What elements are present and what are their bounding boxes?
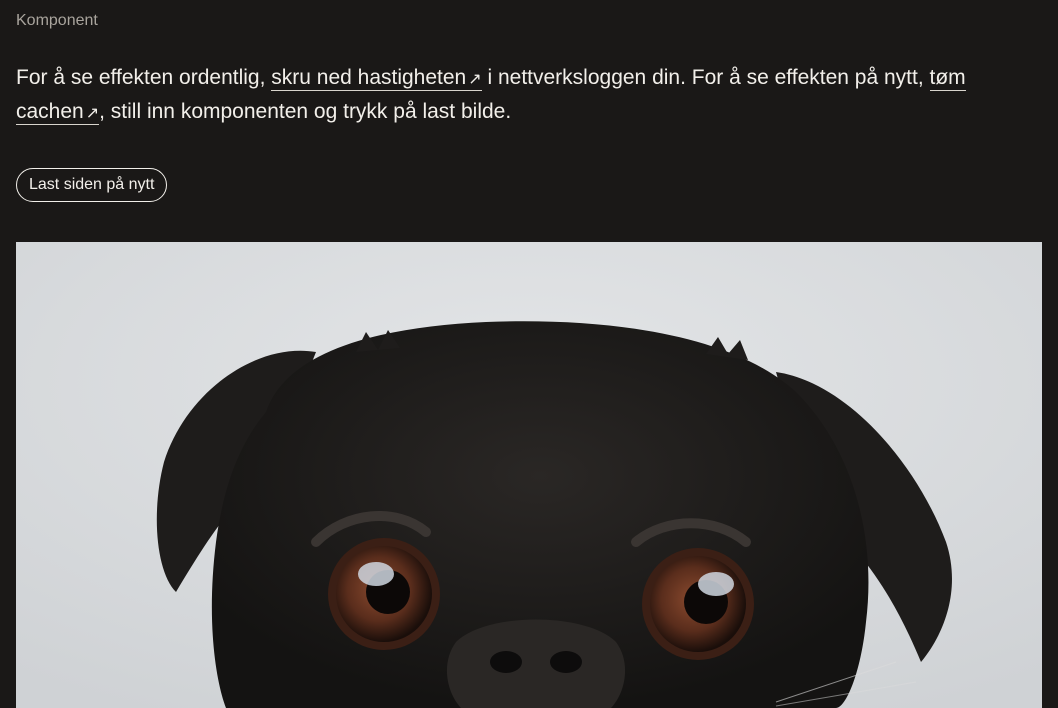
- reload-page-button[interactable]: Last siden på nytt: [16, 168, 168, 202]
- page: Komponent For å se effekten ordentlig, s…: [0, 0, 1058, 708]
- intro-paragraph: For å se effekten ordentlig, skru ned ha…: [16, 62, 1016, 130]
- throttle-network-link-label: skru ned hastigheten: [271, 66, 467, 89]
- throttle-network-link[interactable]: skru ned hastigheten ↗: [271, 66, 482, 91]
- intro-text-3: , still inn komponenten og trykk på last…: [99, 100, 512, 123]
- external-link-icon: ↗: [468, 71, 482, 88]
- section-eyebrow: Komponent: [16, 12, 98, 29]
- intro-text-1: For å se effekten ordentlig,: [16, 66, 272, 89]
- pug-illustration: [16, 242, 1042, 708]
- intro-text-2: i nettverksloggen din. For å se effekten…: [481, 66, 930, 89]
- pug-photo: [16, 242, 1042, 708]
- external-link-icon: ↗: [85, 105, 100, 122]
